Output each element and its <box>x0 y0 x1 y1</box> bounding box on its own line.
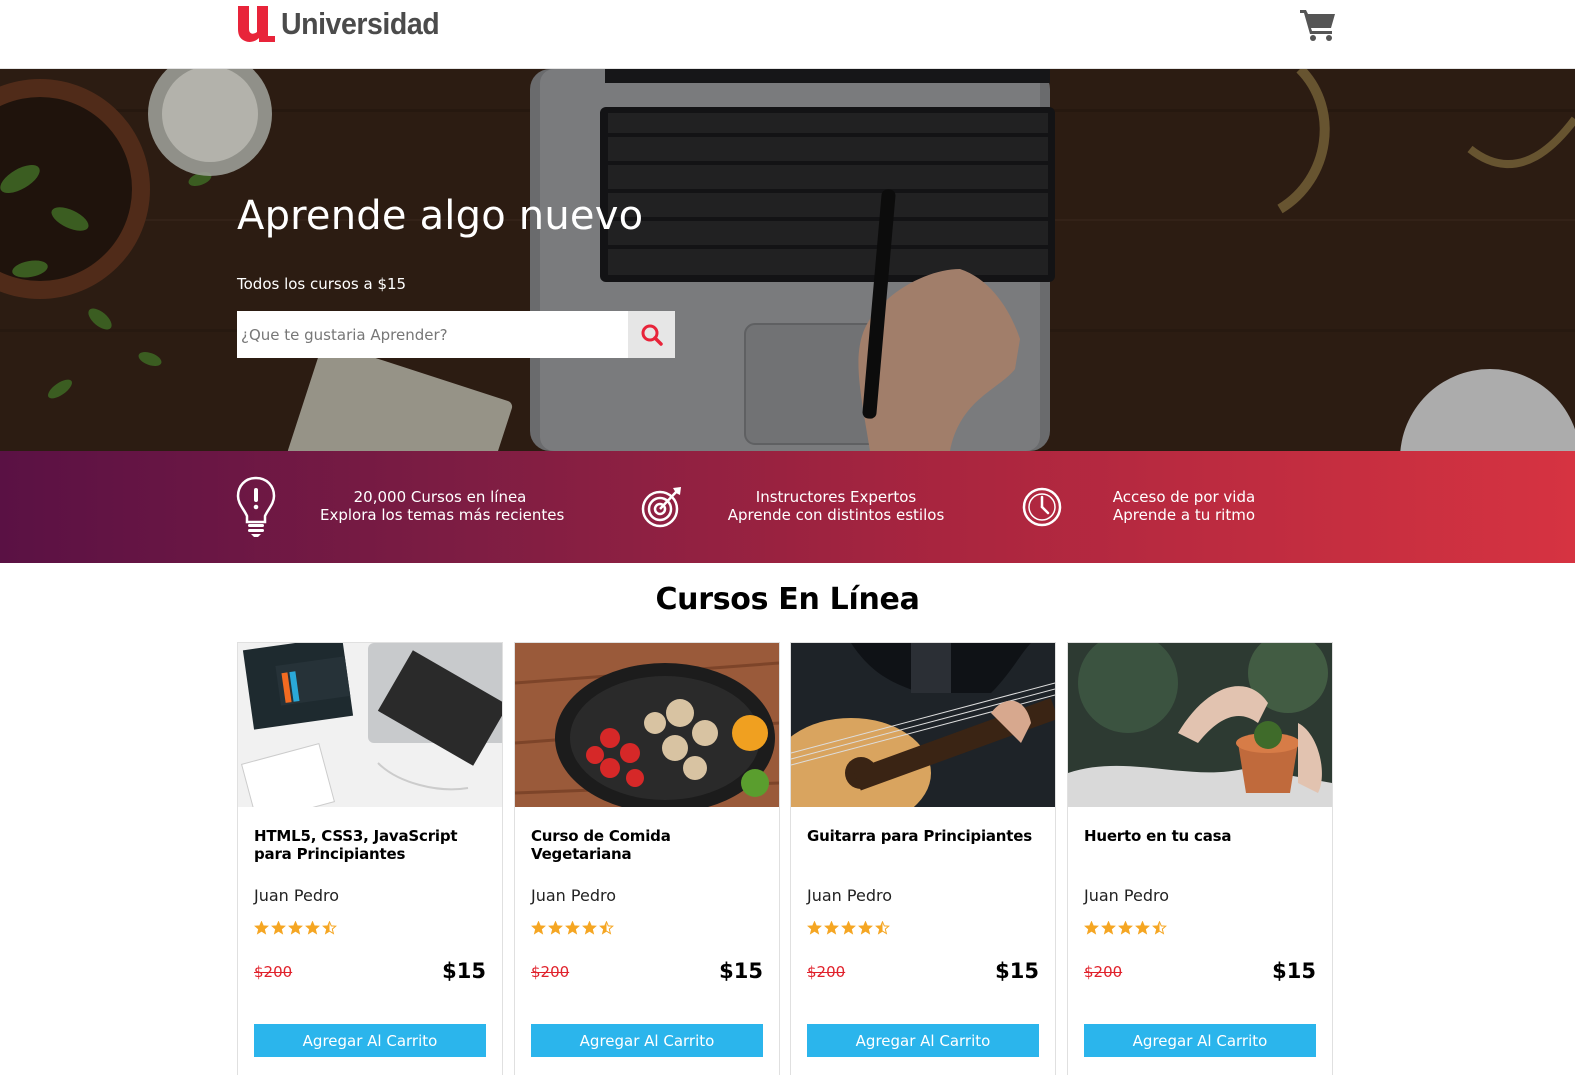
search-button[interactable] <box>628 311 675 358</box>
feature-courses: 20,000 Cursos en línea Explora los temas… <box>320 488 565 524</box>
logo-u-icon <box>238 6 275 42</box>
course-image <box>1068 643 1332 807</box>
course-title[interactable]: Huerto en tu casa <box>1084 827 1320 845</box>
logo[interactable]: Universidad <box>237 4 453 44</box>
target-icon <box>641 487 681 528</box>
search-icon <box>641 324 663 346</box>
course-card: Curso de Comida Vegetariana Juan Pedro $… <box>514 642 780 1075</box>
rating-stars <box>807 921 890 935</box>
feature-access: Acceso de por vida Aprende a tu ritmo <box>1064 488 1304 524</box>
cart-button[interactable] <box>1300 7 1336 41</box>
rating-stars <box>531 921 614 935</box>
hero-title: Aprende algo nuevo <box>237 193 644 239</box>
hero-banner: Aprende algo nuevo Todos los cursos a $1… <box>0 69 1575 451</box>
course-image <box>238 643 502 807</box>
star-icon <box>875 921 890 935</box>
rating-stars <box>1084 921 1167 935</box>
course-author: Juan Pedro <box>531 886 616 905</box>
star-icon <box>841 921 856 935</box>
star-icon <box>807 921 822 935</box>
clock-icon <box>1022 487 1062 527</box>
star-icon <box>599 921 614 935</box>
star-icon <box>1152 921 1167 935</box>
shopping-cart-icon <box>1300 10 1335 41</box>
star-icon <box>288 921 303 935</box>
sale-price: $15 <box>1272 959 1316 983</box>
star-icon <box>531 921 546 935</box>
star-icon <box>1084 921 1099 935</box>
star-icon <box>548 921 563 935</box>
course-author: Juan Pedro <box>1084 886 1169 905</box>
course-author: Juan Pedro <box>807 886 892 905</box>
courses-section-title: Cursos En Línea <box>655 582 920 617</box>
search-input[interactable] <box>237 311 628 358</box>
course-image <box>515 643 779 807</box>
star-icon <box>565 921 580 935</box>
sale-price: $15 <box>719 959 763 983</box>
course-author: Juan Pedro <box>254 886 339 905</box>
star-icon <box>322 921 337 935</box>
feature-instructors-title: Instructores Expertos <box>755 488 917 506</box>
lightbulb-icon <box>236 476 276 537</box>
star-icon <box>305 921 320 935</box>
sale-price: $15 <box>995 959 1039 983</box>
add-to-cart-button[interactable]: Agregar Al Carrito <box>807 1024 1039 1057</box>
feature-instructors-subtitle: Aprende con distintos estilos <box>727 506 945 524</box>
feature-courses-title: 20,000 Cursos en línea <box>353 488 527 506</box>
add-to-cart-button[interactable]: Agregar Al Carrito <box>254 1024 486 1057</box>
course-card: Guitarra para Principiantes Juan Pedro $… <box>790 642 1056 1075</box>
original-price: $200 <box>254 963 293 981</box>
search-form <box>237 311 675 358</box>
star-icon <box>1118 921 1133 935</box>
logo-text: Universidad <box>281 6 440 41</box>
feature-access-subtitle: Aprende a tu ritmo <box>1113 506 1255 524</box>
site-header: Universidad <box>0 0 1575 69</box>
star-icon <box>1135 921 1150 935</box>
feature-courses-subtitle: Explora los temas más recientes <box>320 506 565 524</box>
course-title[interactable]: Curso de Comida Vegetariana <box>531 827 767 863</box>
course-image <box>791 643 1055 807</box>
add-to-cart-button[interactable]: Agregar Al Carrito <box>1084 1024 1316 1057</box>
hero-subtitle: Todos los cursos a $15 <box>237 275 407 293</box>
original-price: $200 <box>531 963 570 981</box>
star-icon <box>271 921 286 935</box>
course-card: HTML5, CSS3, JavaScript para Principiant… <box>237 642 503 1075</box>
star-icon <box>824 921 839 935</box>
rating-stars <box>254 921 337 935</box>
original-price: $200 <box>807 963 846 981</box>
course-title[interactable]: Guitarra para Principiantes <box>807 827 1043 845</box>
features-bar: 20,000 Cursos en línea Explora los temas… <box>0 451 1575 563</box>
course-card: Huerto en tu casa Juan Pedro $200 $15 Ag… <box>1067 642 1333 1075</box>
add-to-cart-button[interactable]: Agregar Al Carrito <box>531 1024 763 1057</box>
hero-background-image <box>0 69 1575 451</box>
sale-price: $15 <box>442 959 486 983</box>
course-title[interactable]: HTML5, CSS3, JavaScript para Principiant… <box>254 827 490 863</box>
original-price: $200 <box>1084 963 1123 981</box>
star-icon <box>582 921 597 935</box>
star-icon <box>1101 921 1116 935</box>
star-icon <box>858 921 873 935</box>
feature-instructors: Instructores Expertos Aprende con distin… <box>716 488 956 524</box>
feature-access-title: Acceso de por vida <box>1112 488 1256 506</box>
star-icon <box>254 921 269 935</box>
